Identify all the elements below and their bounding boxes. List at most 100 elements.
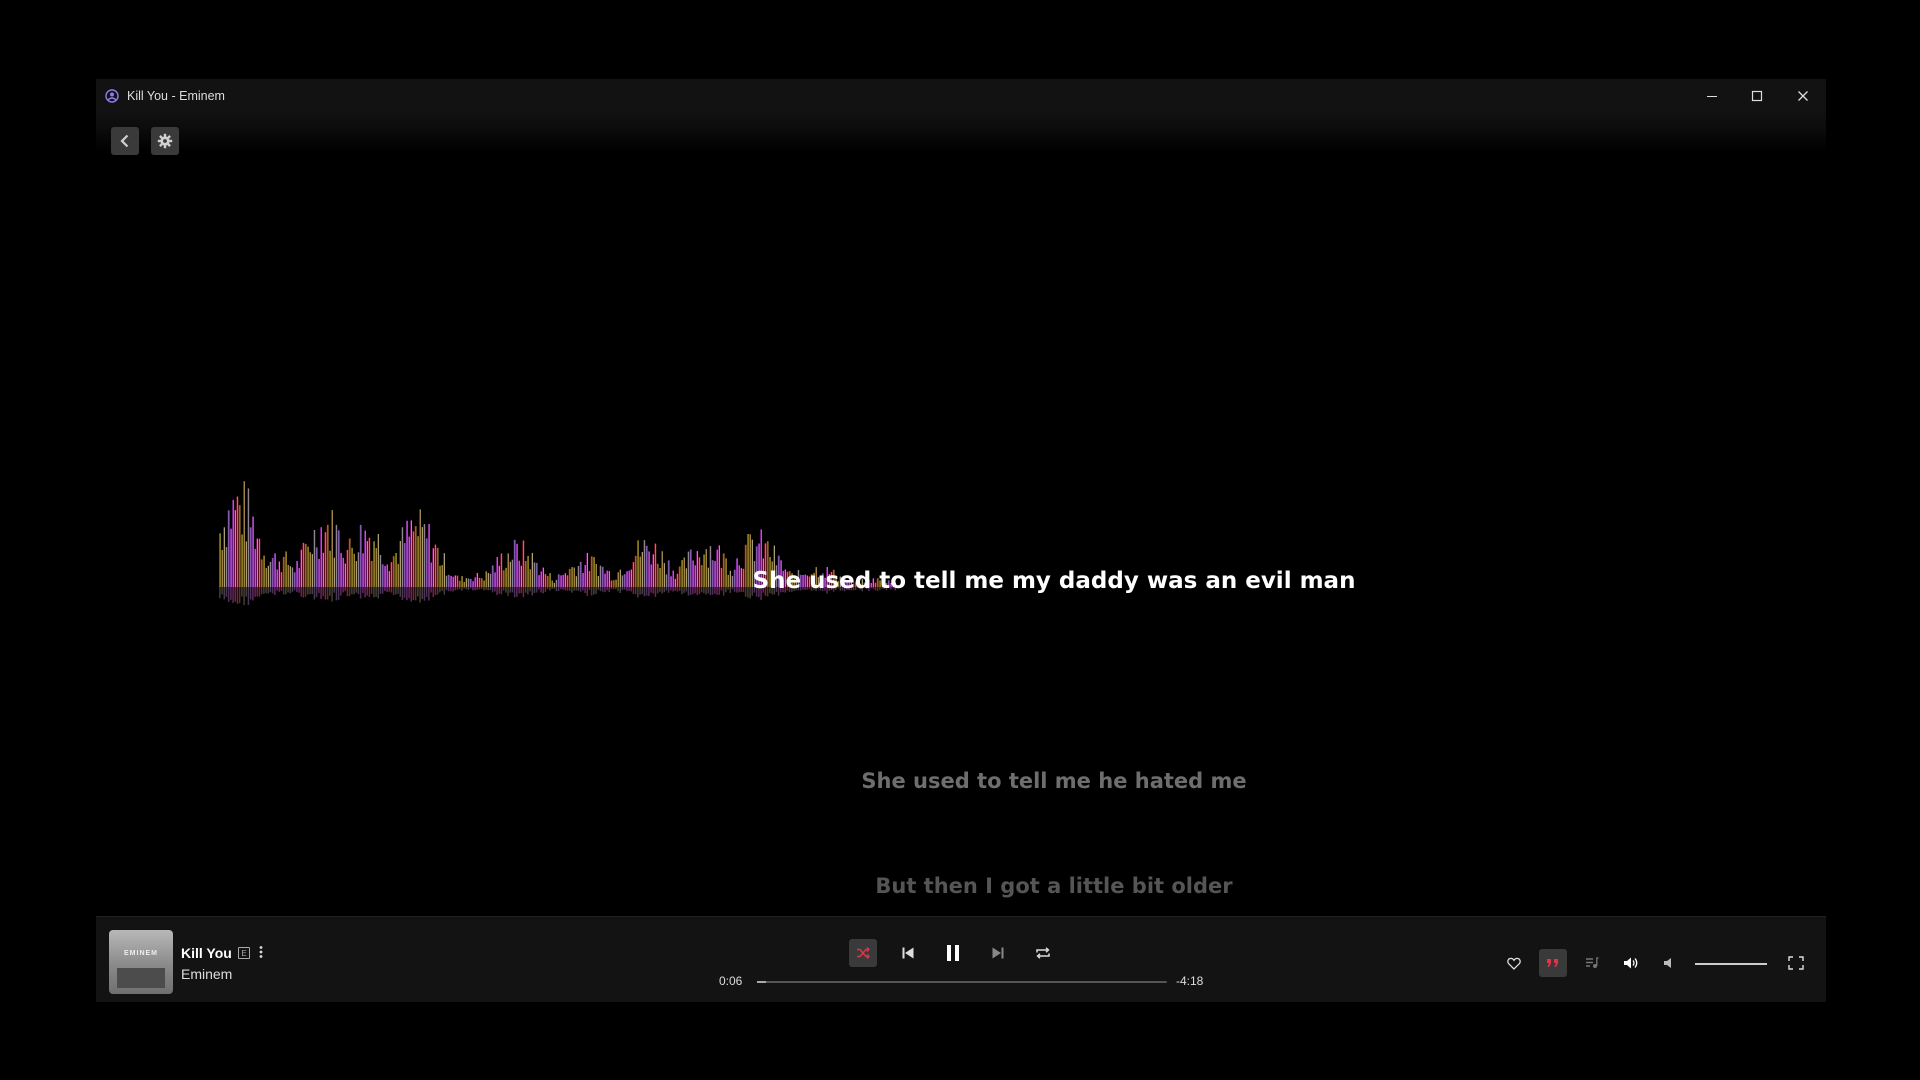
visualizer-bar [263, 555, 265, 587]
visualizer-bar [324, 532, 327, 587]
visualizer-bar [705, 549, 707, 587]
repeat-button[interactable] [1029, 939, 1057, 967]
visualizer-reflection [390, 587, 393, 593]
visualizer-bar [474, 577, 476, 587]
visualizer-reflection [524, 587, 527, 593]
visualizer-bar [300, 549, 302, 587]
visualizer-reflection [573, 587, 575, 591]
visualizer-reflection [373, 587, 375, 598]
visualizer-reflection [555, 587, 558, 592]
visualizer-bar [586, 552, 588, 587]
visualizer-bar [458, 580, 461, 587]
more-options-button[interactable] [256, 945, 266, 961]
volume-slider[interactable] [1695, 963, 1767, 965]
visualizer-reflection [348, 587, 351, 597]
visualizer-reflection [379, 587, 382, 594]
shuffle-button[interactable] [849, 939, 877, 967]
album-art[interactable]: EMINEM [109, 930, 173, 994]
remaining-time: -4:18 [1176, 974, 1204, 988]
visualizer-reflection [249, 587, 252, 600]
like-button[interactable] [1500, 949, 1528, 977]
visualizer-reflection [714, 587, 716, 594]
visualizer-bar [694, 565, 696, 587]
pause-icon [947, 945, 959, 961]
pause-button[interactable] [939, 939, 967, 967]
visualizer-reflection [707, 587, 709, 594]
back-button[interactable] [111, 127, 139, 155]
queue-button[interactable] [1578, 949, 1606, 977]
visualizer-bar [340, 552, 342, 587]
visualizer-reflection [659, 587, 661, 592]
visualizer-bar [225, 547, 228, 587]
visualizer-reflection [549, 587, 551, 591]
visualizer-bar [509, 561, 511, 587]
progress-bar[interactable] [757, 981, 1167, 983]
visualizer-bar [241, 534, 243, 587]
visualizer-reflection [423, 587, 426, 601]
visualizer-bar [348, 538, 351, 587]
previous-track-button[interactable] [894, 939, 922, 967]
next-track-button[interactable] [984, 939, 1012, 967]
visualizer-reflection [612, 587, 615, 590]
visualizer-reflection [645, 587, 648, 596]
fullscreen-button[interactable] [1782, 949, 1810, 977]
track-title[interactable]: Kill You [181, 945, 232, 961]
visualizer-reflection [421, 587, 423, 599]
visualizer-bar [450, 575, 452, 587]
visualizer-bar [276, 569, 278, 587]
visualizer-reflection [410, 587, 412, 602]
visualizer-bar [357, 552, 360, 587]
visualizer-bar [397, 563, 399, 587]
settings-button[interactable] [151, 127, 179, 155]
maximize-button[interactable] [1735, 79, 1779, 112]
visualizer-reflection [403, 587, 406, 598]
lyrics-button[interactable] [1539, 949, 1567, 977]
visualizer-reflection [425, 587, 428, 598]
visualizer-reflection [359, 587, 362, 599]
visualizer-reflection [551, 587, 553, 589]
visualizer-reflection [285, 587, 287, 595]
visualizer-reflection [498, 587, 500, 594]
visualizer-reflection [546, 587, 549, 590]
visualizer-bar [500, 553, 503, 587]
visualizer-bar [637, 540, 639, 587]
visualizer-reflection [676, 587, 679, 592]
visualizer-reflection [318, 587, 320, 594]
close-button[interactable] [1781, 79, 1825, 112]
visualizer-bar [538, 575, 540, 587]
visualizer-bar [654, 543, 657, 587]
visualizer-reflection [557, 587, 560, 592]
visualizer-bar [634, 555, 637, 587]
visualizer-reflection [593, 587, 595, 595]
minimize-button[interactable] [1690, 79, 1734, 112]
visualizer-reflection [474, 587, 476, 591]
visualizer-reflection [597, 587, 599, 590]
visualizer-bar [359, 524, 362, 587]
track-artist[interactable]: Eminem [181, 966, 232, 982]
visualizer-reflection [703, 587, 705, 594]
visualizer-reflection [315, 587, 318, 597]
visualizer-bar [716, 549, 718, 587]
visualizer-reflection [326, 587, 329, 600]
visualizer-bar [269, 561, 272, 587]
mute-button[interactable] [1656, 949, 1684, 977]
more-vertical-icon [259, 946, 263, 958]
visualizer-bar [483, 580, 485, 587]
cast-button[interactable] [1617, 949, 1645, 977]
maximize-icon [1751, 90, 1763, 101]
visualizer-reflection [340, 587, 342, 596]
visualizer-bar [588, 571, 591, 587]
visualizer-reflection [296, 587, 298, 593]
visualizer-reflection [692, 587, 694, 595]
visualizer-reflection [586, 587, 588, 596]
visualizer-reflection [258, 587, 261, 597]
visualizer-reflection [480, 587, 483, 589]
visualizer-reflection [443, 587, 445, 595]
visualizer-reflection [298, 587, 300, 593]
visualizer-reflection [434, 587, 437, 596]
visualizer-bar [346, 549, 349, 587]
visualizer-reflection [518, 587, 520, 594]
visualizer-bar [520, 565, 522, 587]
visualizer-reflection [496, 587, 498, 596]
visualizer-reflection [689, 587, 692, 595]
